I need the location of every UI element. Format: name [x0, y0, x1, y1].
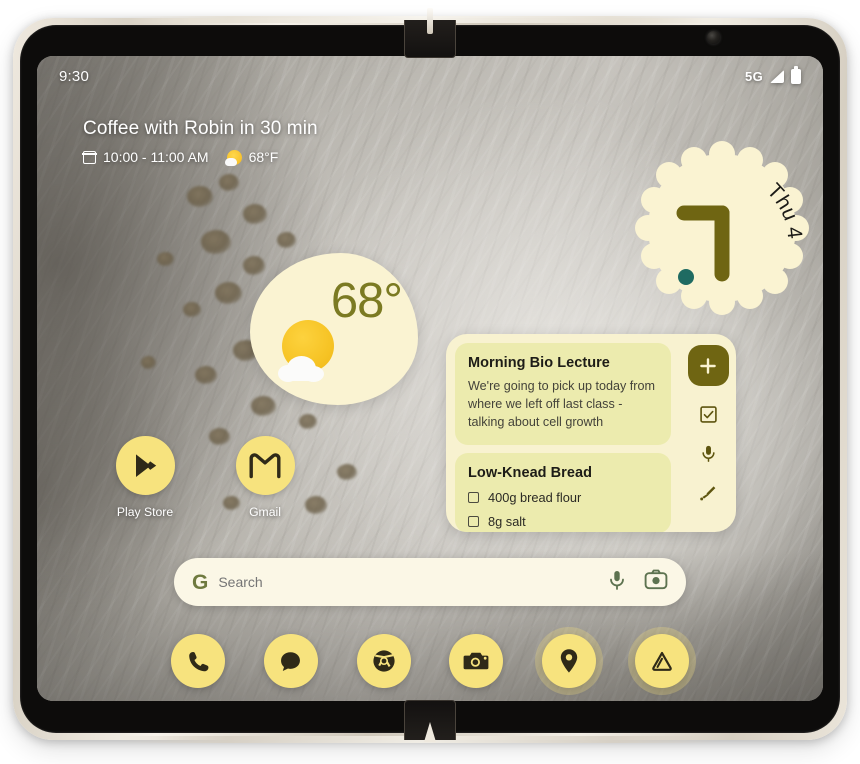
- status-bar: 9:30 5G: [37, 56, 823, 96]
- note-checklist-item[interactable]: 8g salt: [468, 514, 658, 529]
- new-checklist-button[interactable]: [697, 403, 719, 425]
- home-icon: [652, 651, 672, 671]
- app-label: Play Store: [116, 505, 174, 519]
- google-g-icon: G: [192, 570, 209, 594]
- camera-icon: [463, 652, 489, 670]
- app-label: Gmail: [249, 505, 281, 519]
- status-time: 9:30: [59, 67, 89, 85]
- camera-lens-icon: [644, 569, 668, 590]
- note-checklist-item[interactable]: 400g bread flour: [468, 490, 658, 505]
- glance-temperature: 68°F: [248, 149, 279, 165]
- weather-temperature: 68°: [330, 274, 403, 328]
- notes-list: Morning Bio Lecture We're going to pick …: [446, 334, 680, 532]
- glance-time-range: 10:00 - 11:00 AM: [103, 149, 209, 165]
- hinge-seam-top: [427, 8, 433, 34]
- network-label: 5G: [745, 68, 763, 84]
- glance-title: Coffee with Robin in 30 min: [83, 118, 318, 139]
- app-play-store[interactable]: Play Store: [99, 436, 191, 519]
- note-checklist-label: 8g salt: [488, 513, 526, 529]
- app-gmail[interactable]: Gmail: [219, 436, 311, 519]
- clock-second-dot: [678, 269, 694, 285]
- message-bubble-icon: [281, 651, 301, 671]
- new-note-button[interactable]: [687, 345, 729, 386]
- note-card[interactable]: Morning Bio Lecture We're going to pick …: [455, 343, 671, 445]
- dock-maps[interactable]: [542, 634, 597, 688]
- voice-note-button[interactable]: [697, 442, 719, 464]
- note-title: Low-Knead Bread: [468, 464, 593, 481]
- lens-search-button[interactable]: [644, 569, 668, 595]
- note-body: We're going to pick up today from where …: [468, 379, 655, 429]
- weather-widget[interactable]: 68°: [250, 253, 418, 405]
- brush-icon: [699, 485, 715, 500]
- screenshot-root: 9:30 5G Coffee with Robin in 30 min 10:0…: [0, 0, 860, 764]
- signal-bars-icon: [770, 69, 784, 83]
- note-card[interactable]: Low-Knead Bread 400g bread flour 8g salt: [455, 452, 671, 532]
- calendar-icon: [82, 150, 97, 164]
- front-camera-icon: [707, 31, 720, 44]
- checkbox-icon[interactable]: [468, 515, 479, 527]
- checkbox-icon[interactable]: [468, 491, 479, 503]
- battery-icon: [791, 66, 801, 84]
- sun-cloud-icon: [278, 320, 340, 382]
- checkbox-icon: [699, 405, 717, 423]
- app-dock: [171, 634, 689, 688]
- chrome-icon: [372, 650, 395, 672]
- dock-home[interactable]: [634, 634, 689, 688]
- sun-cloud-icon: [224, 149, 242, 166]
- hinge-seam-bottom: [424, 722, 436, 744]
- note-title: Morning Bio Lecture: [468, 355, 610, 371]
- gmail-icon[interactable]: [235, 436, 295, 495]
- keep-notes-widget[interactable]: Morning Bio Lecture We're going to pick …: [446, 334, 736, 532]
- notes-action-rail: [680, 334, 736, 532]
- home-app-grid: Play Store Gmail: [99, 436, 311, 519]
- drawing-note-button[interactable]: [697, 481, 719, 503]
- dock-phone[interactable]: [171, 634, 225, 688]
- voice-search-button[interactable]: [607, 569, 627, 596]
- glance-subtitle: 10:00 - 11:00 AM 68°F: [82, 149, 318, 166]
- plus-icon: [700, 357, 716, 374]
- play-store-icon[interactable]: [115, 436, 175, 495]
- dock-messages[interactable]: [263, 634, 318, 688]
- at-a-glance-widget[interactable]: Coffee with Robin in 30 min 10:00 - 11:0…: [82, 118, 318, 166]
- phone-icon: [188, 651, 208, 671]
- microphone-icon: [610, 570, 624, 590]
- status-icons: 5G: [745, 66, 801, 84]
- dock-chrome[interactable]: [356, 634, 411, 688]
- map-pin-icon: [560, 649, 578, 673]
- search-input[interactable]: [208, 574, 607, 590]
- microphone-icon: [701, 445, 715, 462]
- phone-screen: 9:30 5G Coffee with Robin in 30 min 10:0…: [37, 56, 823, 701]
- analog-clock-widget[interactable]: Thu 4: [628, 134, 816, 322]
- note-checklist-label: 400g bread flour: [488, 489, 582, 505]
- google-search-bar[interactable]: G: [174, 558, 686, 606]
- dock-camera[interactable]: [449, 634, 504, 688]
